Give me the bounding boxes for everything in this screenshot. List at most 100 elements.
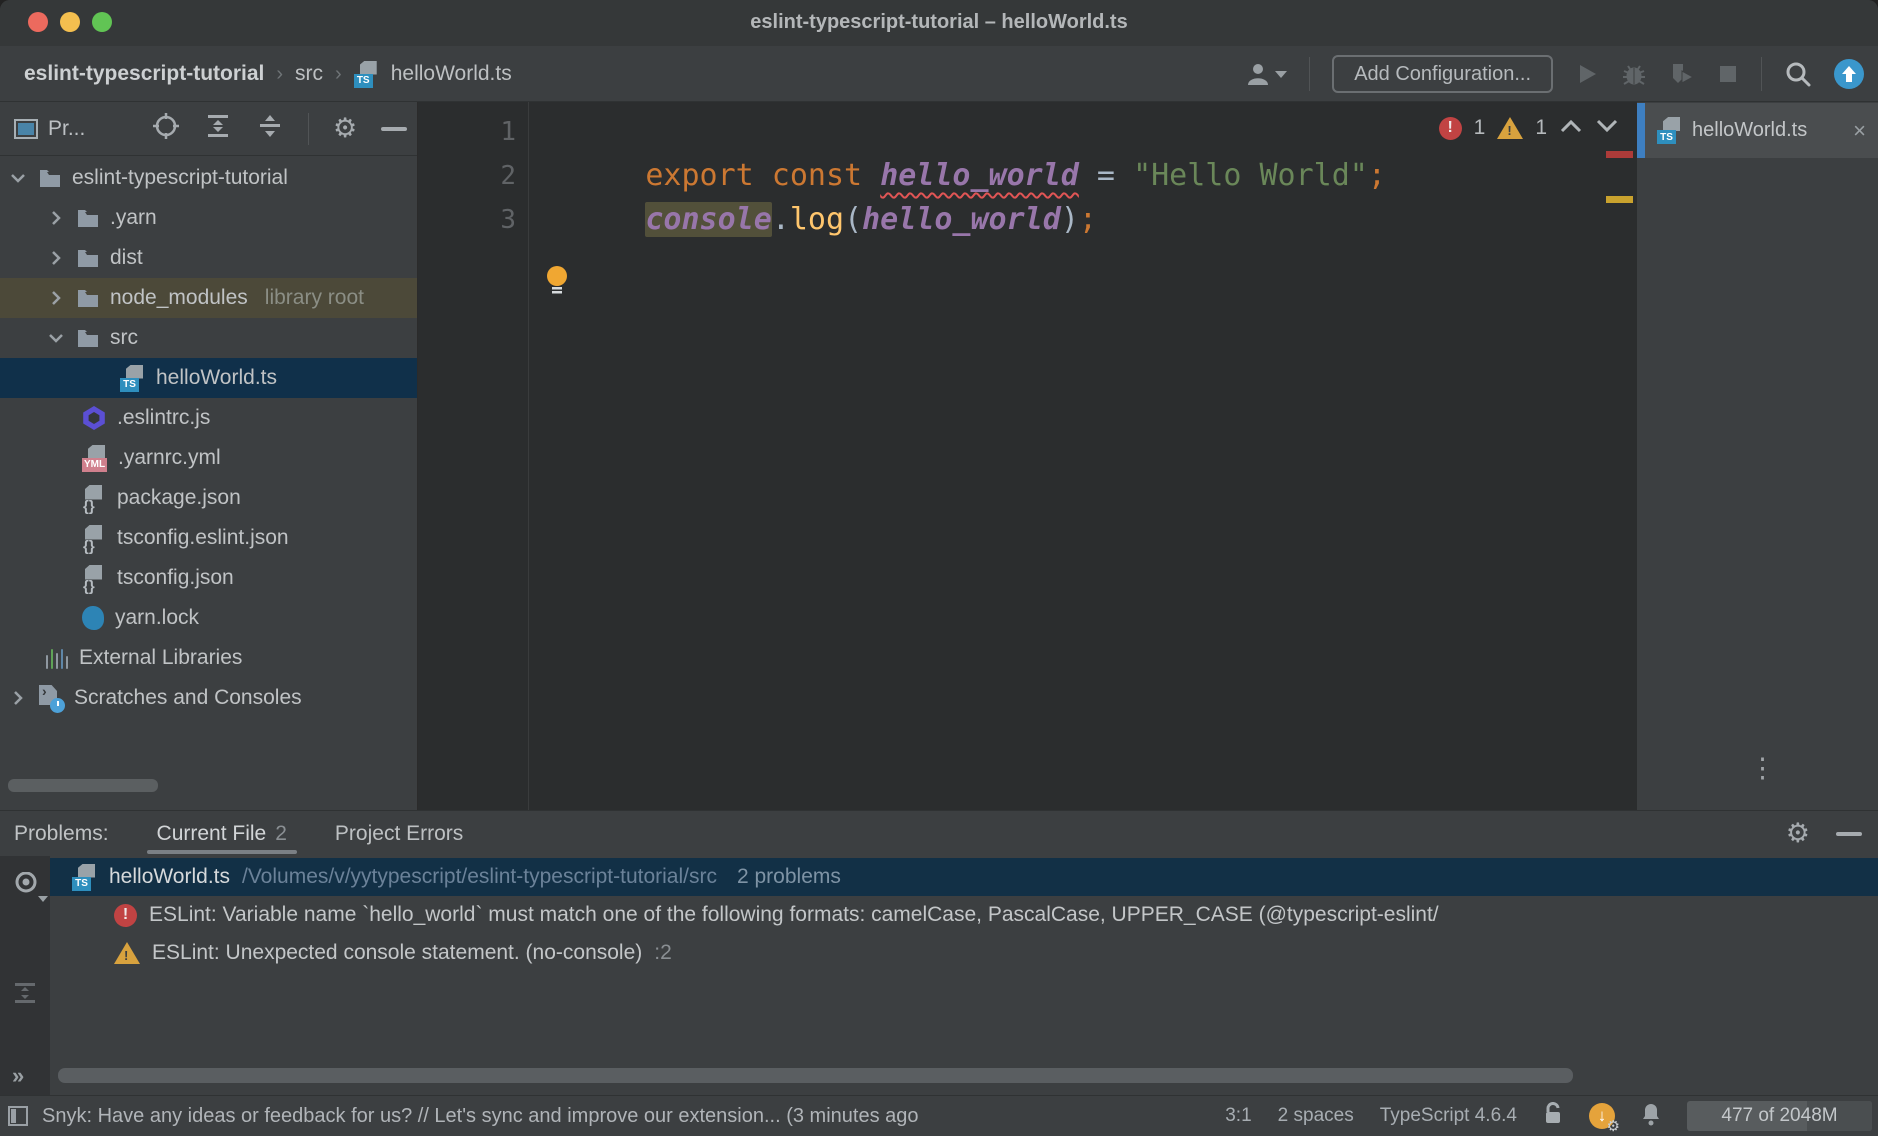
title-bar: eslint-typescript-tutorial – helloWorld.… xyxy=(0,0,1878,46)
tree-item-dist-folder[interactable]: dist xyxy=(0,238,417,278)
tree-item-note: library root xyxy=(265,286,364,310)
active-tab-indicator xyxy=(1637,103,1645,158)
problems-count: 2 problems xyxy=(737,865,841,889)
intention-bulb-icon[interactable] xyxy=(544,264,570,299)
hide-problems-panel-icon[interactable] xyxy=(1836,832,1862,836)
collapse-all-icon[interactable] xyxy=(12,980,38,1011)
search-everywhere-icon[interactable] xyxy=(1784,60,1812,88)
next-problem-icon[interactable] xyxy=(1595,119,1619,138)
folder-icon xyxy=(77,249,99,267)
typescript-file-icon: TS xyxy=(354,61,379,88)
chevron-expanded-icon[interactable] xyxy=(8,173,28,183)
memory-text: 477 of 2048M xyxy=(1721,1105,1837,1127)
run-with-coverage-icon[interactable] xyxy=(1669,61,1695,87)
expand-all-icon[interactable] xyxy=(204,112,232,145)
line-number: 3 xyxy=(418,198,516,242)
active-tab-underline xyxy=(147,850,297,854)
chevron-collapsed-icon[interactable] xyxy=(46,290,66,306)
inspection-widget[interactable]: ! 1 ! 1 xyxy=(1439,116,1619,140)
code-line-2[interactable]: console.log(hello_world); xyxy=(537,154,1097,198)
view-options-eye-icon[interactable] xyxy=(12,881,40,898)
typescript-version[interactable]: TypeScript 4.6.4 xyxy=(1380,1105,1517,1127)
tree-item-label: helloWorld.ts xyxy=(156,366,277,390)
toolwindow-switcher-icon[interactable] xyxy=(8,1106,28,1126)
tree-item-src-folder[interactable]: src xyxy=(0,318,417,358)
code-paren: ( xyxy=(844,202,862,237)
code-editor[interactable]: 1 2 3 export const hello_world = "Hello … xyxy=(418,102,1637,810)
line-number: 1 xyxy=(418,110,516,154)
folder-icon xyxy=(77,289,99,307)
tab-current-file[interactable]: Current File 2 xyxy=(157,811,287,856)
chevron-collapsed-icon[interactable] xyxy=(46,250,66,266)
warning-count-icon: ! xyxy=(1497,117,1523,139)
code-semicolon: ; xyxy=(1079,202,1097,237)
breadcrumb-folder[interactable]: src xyxy=(295,62,323,86)
warning-stripe-mark[interactable] xyxy=(1606,196,1633,203)
tree-item-external-libraries[interactable]: External Libraries xyxy=(0,638,417,678)
caret-position[interactable]: 3:1 xyxy=(1225,1105,1251,1127)
more-actions-icon[interactable]: » xyxy=(12,1063,24,1089)
tree-item-tsconfig-eslint-json[interactable]: {} tsconfig.eslint.json xyxy=(0,518,417,558)
tree-item-project-root[interactable]: eslint-typescript-tutorial xyxy=(0,158,417,198)
tree-item-label: tsconfig.eslint.json xyxy=(117,526,289,550)
json-file-icon: {} xyxy=(82,525,106,552)
indent-setting[interactable]: 2 spaces xyxy=(1278,1105,1354,1127)
notifications-bell-icon[interactable] xyxy=(1641,1102,1661,1131)
panel-header-divider xyxy=(308,113,309,145)
memory-indicator[interactable]: 477 of 2048M xyxy=(1687,1101,1872,1131)
problem-row-warning[interactable]: ! ESLint: Unexpected console statement. … xyxy=(50,934,1878,972)
problems-settings-gear-icon[interactable]: ⚙ xyxy=(1786,820,1810,847)
previous-problem-icon[interactable] xyxy=(1559,119,1583,138)
code-line-1[interactable]: export const hello_world = "Hello World"… xyxy=(537,110,1386,154)
tree-item-node-modules-folder[interactable]: node_modules library root xyxy=(0,278,417,318)
run-icon[interactable] xyxy=(1575,62,1599,86)
locate-file-icon[interactable] xyxy=(152,112,180,145)
status-message[interactable]: Snyk: Have any ideas or feedback for us?… xyxy=(42,1105,919,1128)
settings-gear-icon[interactable]: ⚙ xyxy=(333,115,357,142)
problem-row-error[interactable]: ! ESLint: Variable name `hello_world` mu… xyxy=(50,896,1878,934)
project-tree-horizontal-scrollbar[interactable] xyxy=(8,779,158,792)
hide-panel-icon[interactable] xyxy=(381,127,407,131)
json-file-icon: {} xyxy=(82,565,106,592)
code-string: "Hello World" xyxy=(1133,158,1368,193)
breadcrumb-project[interactable]: eslint-typescript-tutorial xyxy=(24,62,264,86)
problems-file-row[interactable]: TS helloWorld.ts /Volumes/v/yytypescript… xyxy=(50,858,1878,896)
editor-tab-helloworld[interactable]: TS helloWorld.ts × xyxy=(1645,103,1878,158)
tree-item-scratches[interactable]: › Scratches and Consoles xyxy=(0,678,417,718)
close-tab-icon[interactable]: × xyxy=(1853,118,1866,144)
project-panel-title[interactable]: Pr... xyxy=(48,117,85,141)
tree-item-yarnrc-yml[interactable]: YML .yarnrc.yml xyxy=(0,438,417,478)
update-available-icon[interactable] xyxy=(1834,59,1864,89)
tree-item-yarn-lock[interactable]: yarn.lock xyxy=(0,598,417,638)
tree-item-package-json[interactable]: {} package.json xyxy=(0,478,417,518)
update-download-icon[interactable]: ↓ ⚙ xyxy=(1589,1103,1615,1129)
problems-horizontal-scrollbar[interactable] xyxy=(58,1068,1573,1083)
debug-icon[interactable] xyxy=(1621,61,1647,87)
breadcrumb-file[interactable]: helloWorld.ts xyxy=(391,62,512,86)
add-configuration-button[interactable]: Add Configuration... xyxy=(1332,55,1553,93)
folder-icon xyxy=(39,169,61,187)
chevron-collapsed-icon[interactable] xyxy=(8,690,28,706)
lock-icon[interactable] xyxy=(1543,1102,1563,1131)
user-account-icon[interactable] xyxy=(1245,61,1287,87)
tab-project-errors[interactable]: Project Errors xyxy=(335,811,463,856)
tree-item-eslintrc[interactable]: .eslintrc.js xyxy=(0,398,417,438)
tree-item-label: node_modules xyxy=(110,286,248,310)
tree-item-yarn-folder[interactable]: .yarn xyxy=(0,198,417,238)
error-count-icon: ! xyxy=(1439,117,1462,140)
tree-item-tsconfig-json[interactable]: {} tsconfig.json xyxy=(0,558,417,598)
chevron-collapsed-icon[interactable] xyxy=(46,210,66,226)
scratches-icon: › xyxy=(39,685,63,711)
typescript-file-icon: TS xyxy=(72,864,97,891)
yarn-file-icon xyxy=(82,606,104,630)
stop-icon[interactable] xyxy=(1717,63,1739,85)
code-console-highlighted: console xyxy=(645,202,771,237)
error-stripe-mark[interactable] xyxy=(1606,151,1633,158)
tab-count: 2 xyxy=(275,822,287,846)
window-title: eslint-typescript-tutorial – helloWorld.… xyxy=(0,11,1878,34)
tree-item-helloworld-ts[interactable]: TS helloWorld.ts xyxy=(0,358,417,398)
eslint-file-icon xyxy=(82,406,106,430)
collapse-all-icon[interactable] xyxy=(256,112,284,145)
editor-options-kebab-icon[interactable]: ⋮ xyxy=(1749,753,1777,784)
chevron-expanded-icon[interactable] xyxy=(46,333,66,343)
